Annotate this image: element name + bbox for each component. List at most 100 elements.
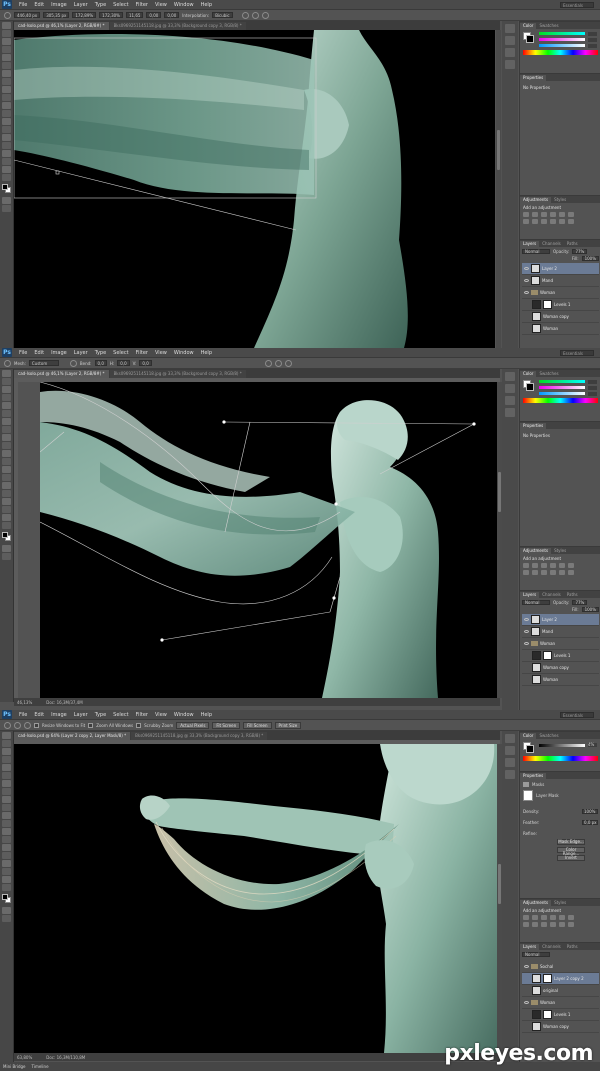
gray-value[interactable]: 4%: [588, 743, 597, 747]
actual-pixels-button[interactable]: Actual Pixels: [176, 721, 210, 729]
black-white-icon[interactable]: [532, 922, 538, 927]
menu-edit[interactable]: Edit: [34, 350, 44, 356]
curves-icon[interactable]: [541, 212, 547, 217]
height-field[interactable]: 172,30%: [99, 12, 123, 18]
levels-icon[interactable]: [532, 563, 538, 568]
document-canvas[interactable]: [14, 30, 495, 348]
tab-adjustments[interactable]: Adjustments: [520, 900, 552, 906]
blue-value[interactable]: [588, 392, 597, 396]
red-value[interactable]: [588, 32, 597, 36]
eyedropper-tool-icon[interactable]: [2, 62, 11, 69]
v-field[interactable]: 0,0: [139, 360, 152, 366]
tab-channels[interactable]: Channels: [539, 241, 564, 247]
print-size-button[interactable]: Print Size: [274, 721, 302, 729]
cancel-transform-icon[interactable]: [274, 359, 282, 367]
move-tool-icon[interactable]: [2, 732, 11, 739]
marquee-tool-icon[interactable]: [2, 378, 11, 385]
bend-field[interactable]: 0,0: [94, 360, 107, 366]
crop-tool-icon[interactable]: [2, 54, 11, 61]
fit-screen-button[interactable]: Fit Screen: [212, 721, 241, 729]
resize-windows-checkbox[interactable]: [34, 722, 39, 728]
blue-value[interactable]: [588, 44, 597, 48]
lasso-tool-icon[interactable]: [2, 748, 11, 755]
layer-row[interactable]: Woman: [522, 287, 599, 299]
menu-window[interactable]: Window: [174, 350, 194, 356]
move-tool-icon[interactable]: [2, 22, 11, 29]
tab-properties[interactable]: Properties: [520, 423, 547, 429]
shape-tool-icon[interactable]: [2, 158, 11, 165]
healing-tool-icon[interactable]: [2, 418, 11, 425]
document-canvas[interactable]: [14, 744, 500, 1053]
screen-mode-icon[interactable]: [2, 553, 11, 560]
brightness-icon[interactable]: [523, 212, 529, 217]
menu-image[interactable]: Image: [51, 2, 67, 8]
zoom-tool-icon[interactable]: [2, 884, 11, 891]
path-select-tool-icon[interactable]: [2, 150, 11, 157]
menu-filter[interactable]: Filter: [136, 350, 148, 356]
red-slider[interactable]: [539, 32, 585, 35]
h-field[interactable]: 0,0: [117, 360, 130, 366]
tab-layers[interactable]: Layers: [520, 241, 540, 247]
v-skew-field[interactable]: 0,00: [164, 12, 180, 18]
layer-row[interactable]: Mand: [522, 275, 599, 287]
commit-transform-icon[interactable]: [261, 11, 269, 19]
interpolation-select[interactable]: Bicubic: [212, 12, 233, 18]
invert-button[interactable]: Invert: [557, 855, 585, 861]
warp-toggle-icon[interactable]: [264, 359, 272, 367]
menu-type[interactable]: Type: [95, 2, 106, 8]
zoom-level[interactable]: 46,13%: [17, 700, 32, 705]
posterize-icon[interactable]: [568, 219, 574, 224]
canvas-vertical-scrollbar[interactable]: [496, 30, 501, 348]
red-slider[interactable]: [539, 380, 585, 383]
fill-field[interactable]: 100%: [581, 607, 599, 612]
menu-file[interactable]: File: [19, 350, 27, 356]
menu-view[interactable]: View: [155, 712, 167, 718]
tab-adjustments[interactable]: Adjustments: [520, 197, 552, 203]
menu-image[interactable]: Image: [51, 350, 67, 356]
rotate-field[interactable]: 11,65: [125, 12, 144, 18]
character-panel-icon[interactable]: [505, 758, 515, 767]
shape-tool-icon[interactable]: [2, 506, 11, 513]
posterize-icon[interactable]: [568, 570, 574, 575]
quick-mask-icon[interactable]: [2, 197, 11, 204]
gradient-tool-icon[interactable]: [2, 820, 11, 827]
tab-cad-isolo[interactable]: cad-Isolo.psd @ 64% (Layer 2 copy 2, Lay…: [14, 732, 131, 740]
menu-edit[interactable]: Edit: [34, 2, 44, 8]
channel-mixer-icon[interactable]: [550, 219, 556, 224]
crop-tool-icon[interactable]: [2, 764, 11, 771]
foreground-swatch[interactable]: [526, 745, 534, 753]
lasso-tool-icon[interactable]: [2, 386, 11, 393]
zoom-level[interactable]: 63,80%: [17, 1055, 32, 1060]
green-slider[interactable]: [539, 38, 585, 41]
layer-row[interactable]: Levels 1: [522, 650, 599, 662]
blur-tool-icon[interactable]: [2, 466, 11, 473]
blend-mode-select[interactable]: Normal: [522, 249, 550, 254]
layer-row[interactable]: Levels 1: [522, 1009, 599, 1021]
layer-row[interactable]: Layer 2: [522, 263, 599, 275]
warp-toggle-icon[interactable]: [241, 11, 249, 19]
type-tool-icon[interactable]: [2, 142, 11, 149]
menu-type[interactable]: Type: [95, 350, 106, 356]
brush-tool-icon[interactable]: [2, 78, 11, 85]
tab-bks-jpg[interactable]: Bks0969251145118.jpg @ 33,3% (Background…: [109, 22, 246, 30]
commit-transform-icon[interactable]: [284, 359, 292, 367]
layer-row[interactable]: Woman: [522, 323, 599, 335]
zoom-all-checkbox[interactable]: [88, 722, 94, 728]
dodge-tool-icon[interactable]: [2, 126, 11, 133]
invert-icon[interactable]: [559, 219, 565, 224]
tab-channels[interactable]: Channels: [539, 944, 564, 950]
foreground-color-swatch[interactable]: [2, 532, 8, 538]
screen-mode-icon[interactable]: [2, 915, 11, 922]
opacity-field[interactable]: 77%: [572, 249, 588, 254]
blur-tool-icon[interactable]: [2, 828, 11, 835]
pen-tool-icon[interactable]: [2, 134, 11, 141]
pen-tool-icon[interactable]: [2, 482, 11, 489]
menu-filter[interactable]: Filter: [136, 2, 148, 8]
feather-field[interactable]: 0,0 px: [582, 820, 598, 825]
workspace-switcher[interactable]: Essentials: [560, 350, 594, 356]
eye-icon[interactable]: [524, 291, 529, 294]
type-tool-icon[interactable]: [2, 490, 11, 497]
layer-mask-swatch[interactable]: [523, 790, 533, 801]
character-panel-icon[interactable]: [505, 48, 515, 57]
tab-paths[interactable]: Paths: [564, 241, 581, 247]
